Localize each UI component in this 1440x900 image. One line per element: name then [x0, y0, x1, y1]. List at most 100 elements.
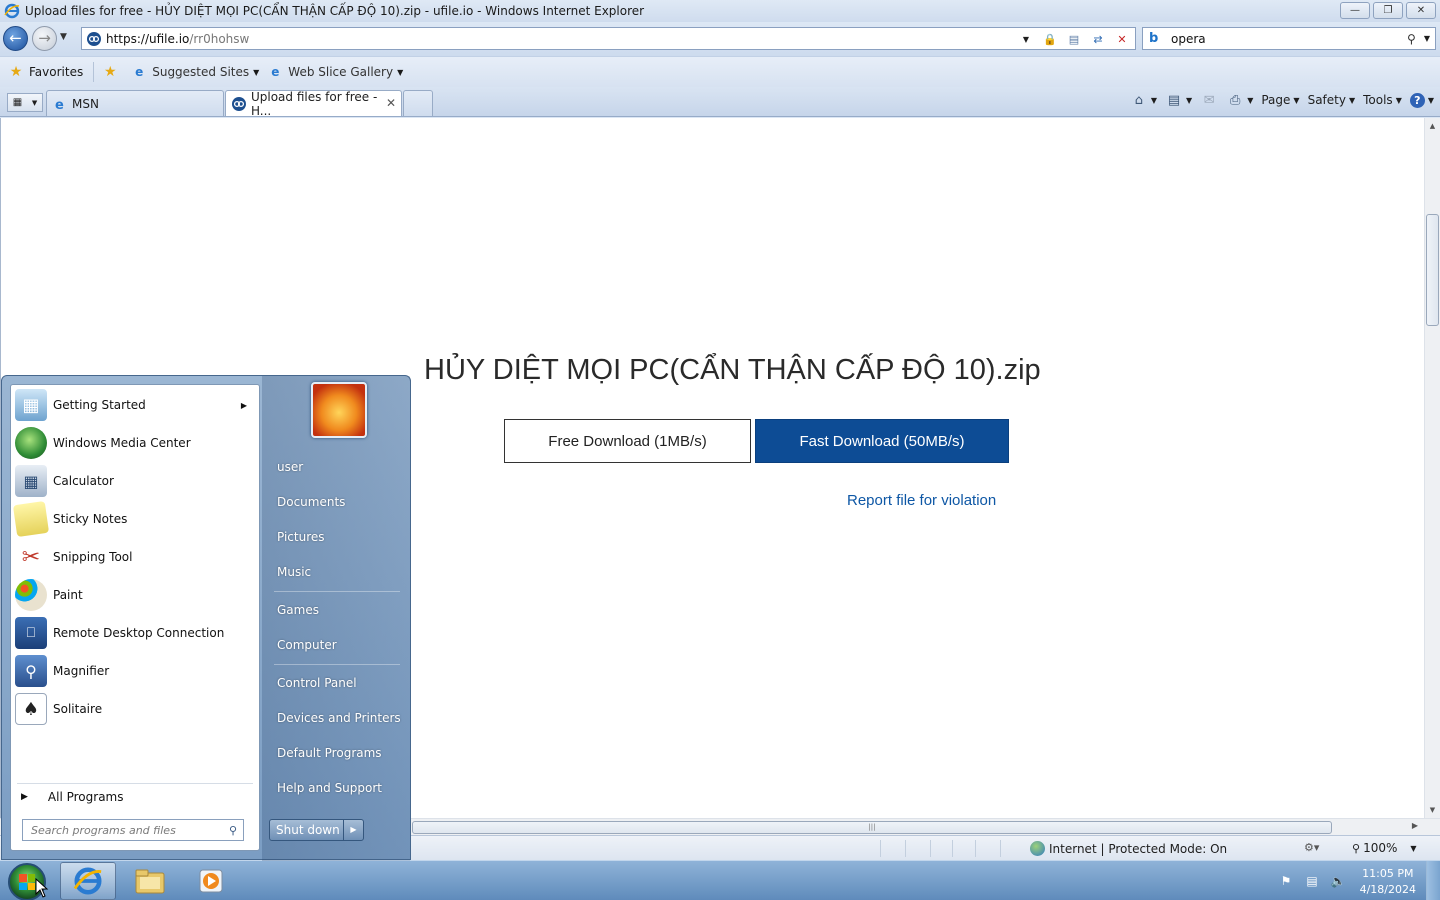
snipping-tool-icon: ✂ — [21, 544, 41, 570]
web-slice-gallery-link[interactable]: e Web Slice Gallery ▼ — [267, 64, 403, 80]
start-menu-programs-pane: ▦ Getting Started ▶ Windows Media Center… — [10, 384, 260, 851]
taskbar-explorer-button[interactable] — [122, 862, 178, 900]
scroll-down-icon[interactable]: ▼ — [1425, 802, 1440, 818]
divider — [930, 840, 931, 857]
quick-tabs-button[interactable]: ▦ ▼ — [7, 93, 43, 112]
program-snipping-tool[interactable]: ✂ Snipping Tool — [13, 539, 257, 575]
help-and-support-link[interactable]: Help and Support — [277, 781, 382, 795]
refresh-icon[interactable]: ⇄ — [1089, 30, 1107, 48]
default-programs-link[interactable]: Default Programs — [277, 746, 382, 760]
action-center-flag-icon[interactable]: ⚑ — [1276, 873, 1296, 889]
divider — [17, 783, 253, 784]
scroll-up-icon[interactable]: ▲ — [1425, 118, 1440, 134]
favorites-bar: ★ Favorites ★ e Suggested Sites ▼ e Web … — [0, 56, 1440, 87]
pictures-link[interactable]: Pictures — [277, 530, 325, 544]
zoom-magnifier-icon: ⚲ — [1352, 841, 1361, 855]
forward-button[interactable]: → — [32, 26, 57, 51]
devices-and-printers-link[interactable]: Devices and Printers — [277, 711, 401, 725]
lock-icon[interactable]: 🔒 — [1041, 30, 1059, 48]
search-icon[interactable]: ⚲ — [1407, 32, 1416, 46]
address-url[interactable]: https://ufile.io/rr0hohsw — [106, 32, 249, 46]
add-to-favorites-bar-button[interactable]: ★ — [102, 64, 123, 80]
back-button[interactable]: ← — [3, 26, 28, 51]
new-tab-button[interactable] — [403, 90, 433, 116]
search-box[interactable]: b opera ⚲ ▼ — [1142, 27, 1436, 50]
documents-link[interactable]: Documents — [277, 495, 345, 509]
zoom-level: 100% — [1363, 841, 1398, 855]
shutdown-options-arrow-icon[interactable]: ▶ — [343, 820, 363, 840]
games-link[interactable]: Games — [277, 603, 319, 617]
program-sticky-notes[interactable]: Sticky Notes — [12, 500, 257, 538]
submenu-arrow-icon: ▶ — [240, 400, 247, 410]
compatibility-view-icon[interactable]: ▤ — [1065, 30, 1083, 48]
media-center-icon — [15, 427, 47, 459]
security-zone[interactable]: Internet | Protected Mode: On — [1030, 841, 1227, 856]
music-link[interactable]: Music — [277, 565, 311, 579]
ie-logo-icon — [4, 3, 20, 19]
restore-button[interactable]: ❐ — [1373, 2, 1403, 19]
search-query[interactable]: opera — [1171, 32, 1407, 46]
vertical-scrollbar[interactable]: ▲ ▼ — [1424, 118, 1440, 818]
safety-menu[interactable]: Safety ▼ — [1308, 93, 1356, 107]
fast-download-button[interactable]: Fast Download (50MB/s) — [755, 419, 1009, 463]
program-remote-desktop-connection[interactable]: ⎕ Remote Desktop Connection — [13, 615, 257, 651]
zoom-control[interactable]: ⚲ 100% ▼ — [1352, 841, 1417, 855]
horizontal-scroll-thumb[interactable]: ||| — [412, 821, 1332, 834]
address-dropdown-icon[interactable]: ▼ — [1017, 30, 1035, 48]
suggested-sites-link[interactable]: e Suggested Sites ▼ — [131, 64, 259, 80]
report-violation-link[interactable]: Report file for violation — [847, 492, 996, 509]
user-picture-avatar[interactable] — [311, 382, 367, 438]
ufile-site-icon — [87, 31, 101, 46]
volume-muted-icon[interactable]: 🔈 — [1328, 873, 1348, 889]
free-download-button[interactable]: Free Download (1MB/s) — [504, 419, 751, 463]
start-search-box[interactable]: Search programs and files ⚲ — [22, 819, 244, 841]
all-programs-button[interactable]: ▶ All Programs — [21, 790, 124, 804]
clock[interactable]: 11:05 PM 4/18/2024 — [1360, 866, 1416, 898]
network-icon[interactable]: ▤ — [1302, 873, 1322, 889]
favorites-label: Favorites — [29, 65, 84, 79]
feeds-button[interactable]: ▤ ▼ — [1165, 91, 1192, 109]
close-window-button[interactable]: ✕ — [1406, 2, 1436, 19]
tab-msn[interactable]: e MSN — [46, 90, 224, 116]
tools-menu[interactable]: Tools ▼ — [1363, 93, 1402, 107]
print-button[interactable]: ⎙ ▼ — [1226, 91, 1253, 109]
tab-ufile[interactable]: Upload files for free - H... ✕ — [225, 90, 402, 118]
shutdown-button[interactable]: Shut down ▶ — [269, 819, 364, 841]
program-calculator[interactable]: ▦ Calculator — [13, 463, 257, 499]
minimize-button[interactable]: — — [1340, 2, 1370, 19]
addons-status-icon[interactable]: ⚙▾ — [1304, 841, 1319, 854]
forward-arrow-icon: → — [38, 29, 51, 47]
bing-icon: b — [1149, 30, 1159, 46]
program-paint[interactable]: Paint — [13, 577, 257, 613]
window-titlebar[interactable]: Upload files for free - HỦY DIỆT MỌI PC(… — [0, 0, 1440, 22]
address-bar[interactable]: https://ufile.io/rr0hohsw ▼ 🔒 ▤ ⇄ ✕ — [81, 27, 1136, 50]
computer-link[interactable]: Computer — [277, 638, 337, 652]
scroll-right-icon[interactable]: ▶ — [1412, 821, 1418, 830]
stop-icon[interactable]: ✕ — [1113, 30, 1131, 48]
tab-list-dropdown-icon[interactable]: ▼ — [32, 99, 37, 107]
getting-started-icon: ▦ — [15, 389, 47, 421]
recent-pages-dropdown[interactable]: ▼ — [60, 32, 67, 42]
chevron-down-icon: ▼ — [397, 67, 404, 77]
show-desktop-button[interactable] — [1426, 861, 1440, 900]
search-options-dropdown-icon[interactable]: ▼ — [1424, 34, 1430, 43]
control-panel-link[interactable]: Control Panel — [277, 676, 357, 690]
program-windows-media-center[interactable]: Windows Media Center — [13, 425, 257, 461]
clock-time: 11:05 PM — [1362, 867, 1414, 880]
home-button[interactable]: ⌂ ▼ — [1130, 91, 1157, 109]
page-menu[interactable]: Page ▼ — [1261, 93, 1299, 107]
start-search-input[interactable]: Search programs and files — [23, 824, 229, 837]
program-magnifier[interactable]: ⚲ Magnifier — [13, 653, 257, 689]
read-mail-button[interactable]: ✉ — [1200, 91, 1218, 109]
help-menu[interactable]: ? ▼ — [1409, 92, 1434, 108]
close-tab-icon[interactable]: ✕ — [386, 96, 396, 110]
program-solitaire[interactable]: ♠ Solitaire — [13, 691, 257, 727]
program-getting-started[interactable]: ▦ Getting Started ▶ — [13, 387, 257, 423]
favorites-button[interactable]: ★ Favorites — [8, 64, 84, 80]
vertical-scroll-thumb[interactable] — [1426, 214, 1439, 326]
all-programs-arrow-icon: ▶ — [21, 792, 28, 802]
user-folder-link[interactable]: user — [277, 460, 303, 474]
taskbar-ie-button[interactable] — [60, 862, 116, 900]
taskbar-media-player-button[interactable] — [183, 862, 239, 900]
program-label: Paint — [53, 588, 83, 602]
